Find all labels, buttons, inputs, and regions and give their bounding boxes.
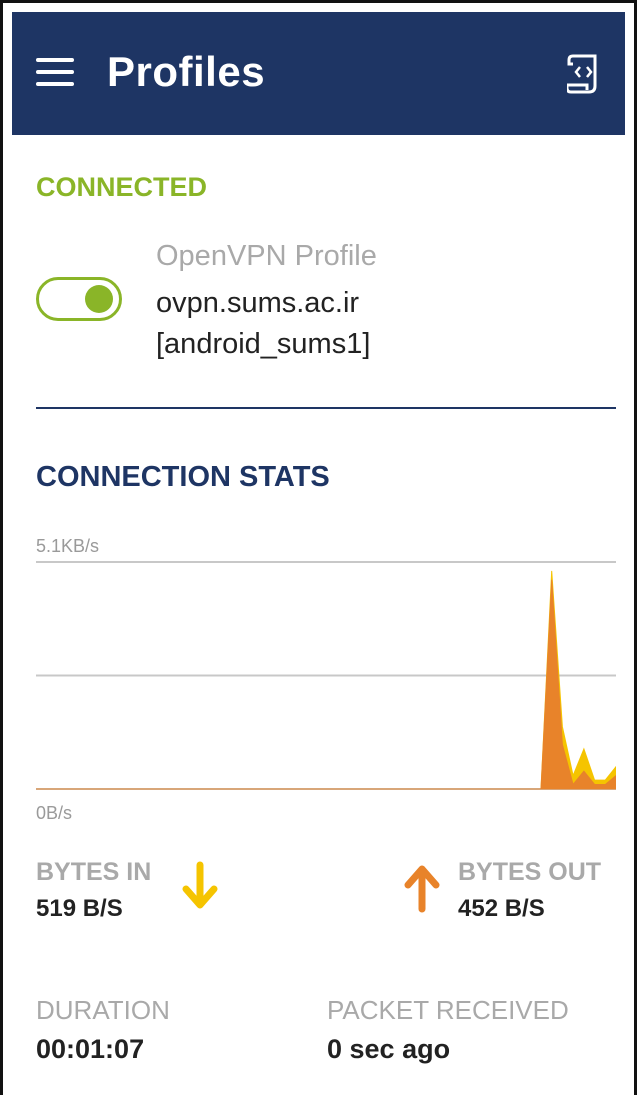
hamburger-menu-icon[interactable] xyxy=(36,56,74,88)
page-title: Profiles xyxy=(107,48,266,95)
bytes-out-value: 452 B/S xyxy=(458,895,545,922)
bytes-in-series xyxy=(36,570,617,790)
connection-stats-title: CONNECTION STATS xyxy=(36,461,330,493)
bytes-out-series xyxy=(36,579,617,790)
chart-min-label: 0B/s xyxy=(36,803,72,823)
profile-type-label: OpenVPN Profile xyxy=(156,240,377,272)
arrow-down-icon xyxy=(180,861,220,911)
duration-label: DURATION xyxy=(36,995,170,1025)
section-divider xyxy=(36,407,616,409)
app-bar: Profiles xyxy=(12,12,625,135)
chart-max-label: 5.1KB/s xyxy=(36,536,99,556)
profile-name[interactable]: ovpn.sums.ac.ir [android_sums1] xyxy=(156,283,576,365)
connection-status: CONNECTED xyxy=(36,172,208,202)
toggle-knob xyxy=(85,285,113,313)
connection-toggle[interactable] xyxy=(36,277,122,321)
bytes-out-label: BYTES OUT xyxy=(458,858,602,886)
arrow-up-icon xyxy=(402,863,442,913)
log-file-icon[interactable] xyxy=(565,52,601,96)
duration-value: 00:01:07 xyxy=(36,1034,145,1064)
packet-received-label: PACKET RECEIVED xyxy=(327,995,569,1025)
bytes-in-value: 519 B/S xyxy=(36,895,123,922)
packet-received-value: 0 sec ago xyxy=(327,1034,451,1064)
traffic-chart: 5.1KB/s 0B/s xyxy=(36,532,617,832)
bytes-in-label: BYTES IN xyxy=(36,858,152,886)
